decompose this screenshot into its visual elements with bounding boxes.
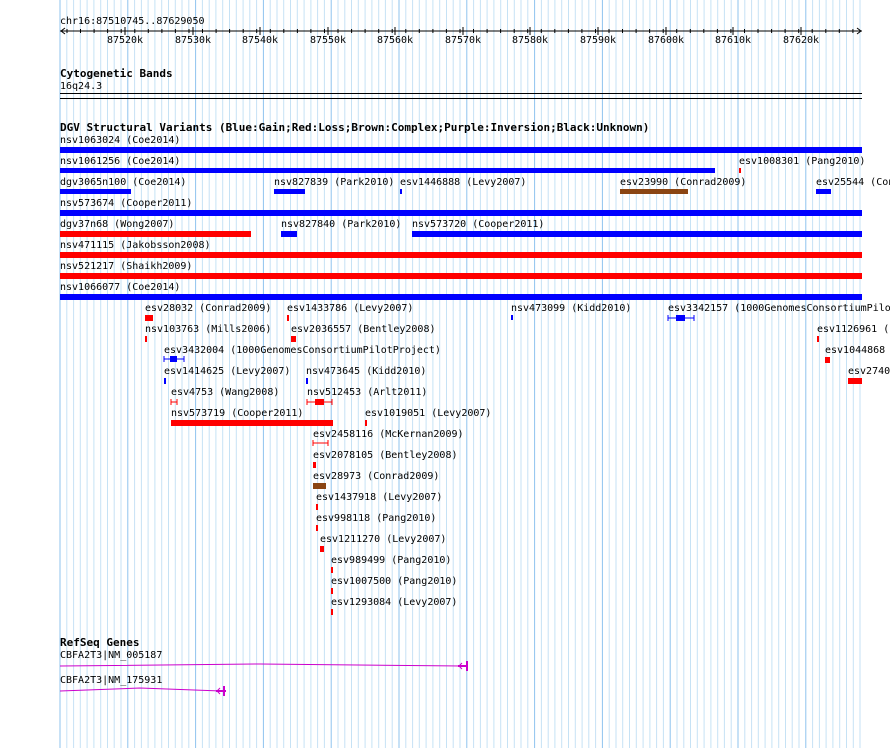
dgv-feature-label[interactable]: nsv573720 (Cooper2011) xyxy=(412,219,544,230)
dgv-feature-bar[interactable] xyxy=(331,609,333,615)
dgv-feature-bar[interactable] xyxy=(145,336,147,342)
dgv-feature-bar[interactable] xyxy=(164,378,166,384)
dgv-feature-bar[interactable] xyxy=(60,168,715,173)
dgv-feature-label[interactable]: esv2740 xyxy=(848,366,890,377)
dgv-feature-bar[interactable] xyxy=(320,546,324,552)
dgv-feature-label[interactable]: nsv573719 (Cooper2011) xyxy=(171,408,303,419)
dgv-feature-label[interactable]: esv1293084 (Levy2007) xyxy=(331,597,457,608)
dgv-feature-bar[interactable] xyxy=(60,252,862,258)
ruler-tick-label: 87560k xyxy=(376,35,414,46)
dgv-feature-bar[interactable] xyxy=(825,357,830,363)
dgv-feature-label[interactable]: esv989499 (Pang2010) xyxy=(331,555,451,566)
dgv-feature-label[interactable]: esv25544 (Con xyxy=(816,177,890,188)
dgv-feature-bar[interactable] xyxy=(60,273,862,279)
dgv-feature-bar[interactable] xyxy=(60,210,862,216)
dgv-feature-label[interactable]: nsv521217 (Shaikh2009) xyxy=(60,261,192,272)
dgv-feature-bar[interactable] xyxy=(274,189,305,194)
dgv-feature-label[interactable]: dgv37n68 (Wong2007) xyxy=(60,219,174,230)
ruler-range-label: chr16:87510745..87629050 xyxy=(60,16,205,27)
dgv-feature-label[interactable]: esv28973 (Conrad2009) xyxy=(313,471,439,482)
ruler-tick-label: 87590k xyxy=(579,35,617,46)
dgv-feature-bar[interactable] xyxy=(511,315,513,320)
dgv-feature-label[interactable]: esv1008301 (Pang2010) xyxy=(739,156,865,167)
ruler-tick-label: 87520k xyxy=(106,35,144,46)
dgv-feature-bar[interactable] xyxy=(145,315,153,321)
dgv-feature-label[interactable]: nsv1066077 (Coe2014) xyxy=(60,282,180,293)
dgv-feature-label[interactable]: esv998118 (Pang2010) xyxy=(316,513,436,524)
dgv-feature-label[interactable]: nsv827839 (Park2010) xyxy=(274,177,394,188)
dgv-feature-label[interactable]: esv1414625 (Levy2007) xyxy=(164,366,290,377)
dgv-track-title[interactable]: DGV Structural Variants (Blue:Gain;Red:L… xyxy=(60,122,649,134)
ruler-tick-label: 87610k xyxy=(714,35,752,46)
dgv-feature-bar[interactable] xyxy=(313,483,326,489)
dgv-feature-label[interactable]: esv1437918 (Levy2007) xyxy=(316,492,442,503)
dgv-feature-label[interactable]: esv1446888 (Levy2007) xyxy=(400,177,526,188)
dgv-feature-bar[interactable] xyxy=(316,504,318,510)
cytoband-line-bottom xyxy=(60,98,862,99)
dgv-feature-bar[interactable] xyxy=(287,315,289,321)
dgv-feature-label[interactable]: nsv1061256 (Coe2014) xyxy=(60,156,180,167)
dgv-feature-label[interactable]: esv1019051 (Levy2007) xyxy=(365,408,491,419)
dgv-feature-bar[interactable] xyxy=(331,588,333,594)
gene-label-nm-175931[interactable]: CBFA2T3|NM_175931 xyxy=(60,675,162,686)
dgv-feature-label[interactable]: nsv473645 (Kidd2010) xyxy=(306,366,426,377)
dgv-feature-label[interactable]: esv2036557 (Bentley2008) xyxy=(291,324,436,335)
dgv-feature-bar[interactable] xyxy=(316,525,318,531)
cytoband-label[interactable]: 16q24.3 xyxy=(60,81,102,92)
dgv-feature-label[interactable]: nsv103763 (Mills2006) xyxy=(145,324,271,335)
dgv-feature-bar[interactable] xyxy=(313,462,316,468)
dgv-feature-label[interactable]: dgv3065n100 (Coe2014) xyxy=(60,177,186,188)
dgv-feature-label[interactable]: nsv471115 (Jakobsson2008) xyxy=(60,240,211,251)
dgv-feature-bar[interactable] xyxy=(60,147,862,153)
dgv-feature-bar[interactable] xyxy=(365,420,367,426)
dgv-feature-bar[interactable] xyxy=(291,336,296,342)
ruler-tick-label: 87550k xyxy=(309,35,347,46)
dgv-feature-label[interactable]: esv2458116 (McKernan2009) xyxy=(313,429,464,440)
ruler-tick-label: 87570k xyxy=(444,35,482,46)
gene-label-nm-005187[interactable]: CBFA2T3|NM_005187 xyxy=(60,650,162,661)
ruler-tick-label: 87530k xyxy=(174,35,212,46)
dgv-feature-label[interactable]: esv1126961 ( xyxy=(817,324,889,335)
dgv-feature-label[interactable]: esv1211270 (Levy2007) xyxy=(320,534,446,545)
dgv-feature-bar[interactable] xyxy=(816,189,831,194)
dgv-feature-label[interactable]: esv1007500 (Pang2010) xyxy=(331,576,457,587)
dgv-feature-label[interactable]: nsv827840 (Park2010) xyxy=(281,219,401,230)
dgv-feature-bar[interactable] xyxy=(60,231,251,237)
dgv-feature-label[interactable]: nsv473099 (Kidd2010) xyxy=(511,303,631,314)
dgv-feature-label[interactable]: esv28032 (Conrad2009) xyxy=(145,303,271,314)
ruler-tick-label: 87580k xyxy=(511,35,549,46)
dgv-feature-bar[interactable] xyxy=(848,378,862,384)
dgv-feature-bar[interactable] xyxy=(739,168,741,173)
dgv-feature-label[interactable]: esv3342157 (1000GenomesConsortiumPilo xyxy=(668,303,890,314)
dgv-feature-label[interactable]: esv1433786 (Levy2007) xyxy=(287,303,413,314)
dgv-feature-label[interactable]: nsv573674 (Cooper2011) xyxy=(60,198,192,209)
dgv-feature-label[interactable]: nsv1063024 (Coe2014) xyxy=(60,135,180,146)
dgv-feature-bar[interactable] xyxy=(412,231,862,237)
dgv-feature-bar[interactable] xyxy=(620,189,688,194)
dgv-feature-bar[interactable] xyxy=(60,189,131,194)
dgv-feature-label[interactable]: esv1044868 xyxy=(825,345,885,356)
dgv-feature-label[interactable]: esv23990 (Conrad2009) xyxy=(620,177,746,188)
ruler-tick-label: 87540k xyxy=(241,35,279,46)
ruler-tick-label: 87600k xyxy=(647,35,685,46)
dgv-feature-bar[interactable] xyxy=(331,567,333,573)
dgv-feature-bar[interactable] xyxy=(281,231,297,237)
dgv-feature-label[interactable]: esv2078105 (Bentley2008) xyxy=(313,450,458,461)
dgv-feature-label[interactable]: nsv512453 (Arlt2011) xyxy=(307,387,427,398)
refseq-track-title[interactable]: RefSeq Genes xyxy=(60,637,139,649)
dgv-feature-bar[interactable] xyxy=(171,420,333,426)
dgv-feature-bar[interactable] xyxy=(306,378,308,384)
dgv-feature-label[interactable]: esv4753 (Wang2008) xyxy=(171,387,279,398)
ruler-tick-label: 87620k xyxy=(782,35,820,46)
dgv-feature-bar[interactable] xyxy=(400,189,402,194)
dgv-feature-bar[interactable] xyxy=(817,336,819,342)
cytoband-line-top xyxy=(60,93,862,94)
dgv-feature-label[interactable]: esv3432004 (1000GenomesConsortiumPilotPr… xyxy=(164,345,441,356)
dgv-feature-bar[interactable] xyxy=(60,294,862,300)
cytoband-track-title[interactable]: Cytogenetic Bands xyxy=(60,68,173,80)
